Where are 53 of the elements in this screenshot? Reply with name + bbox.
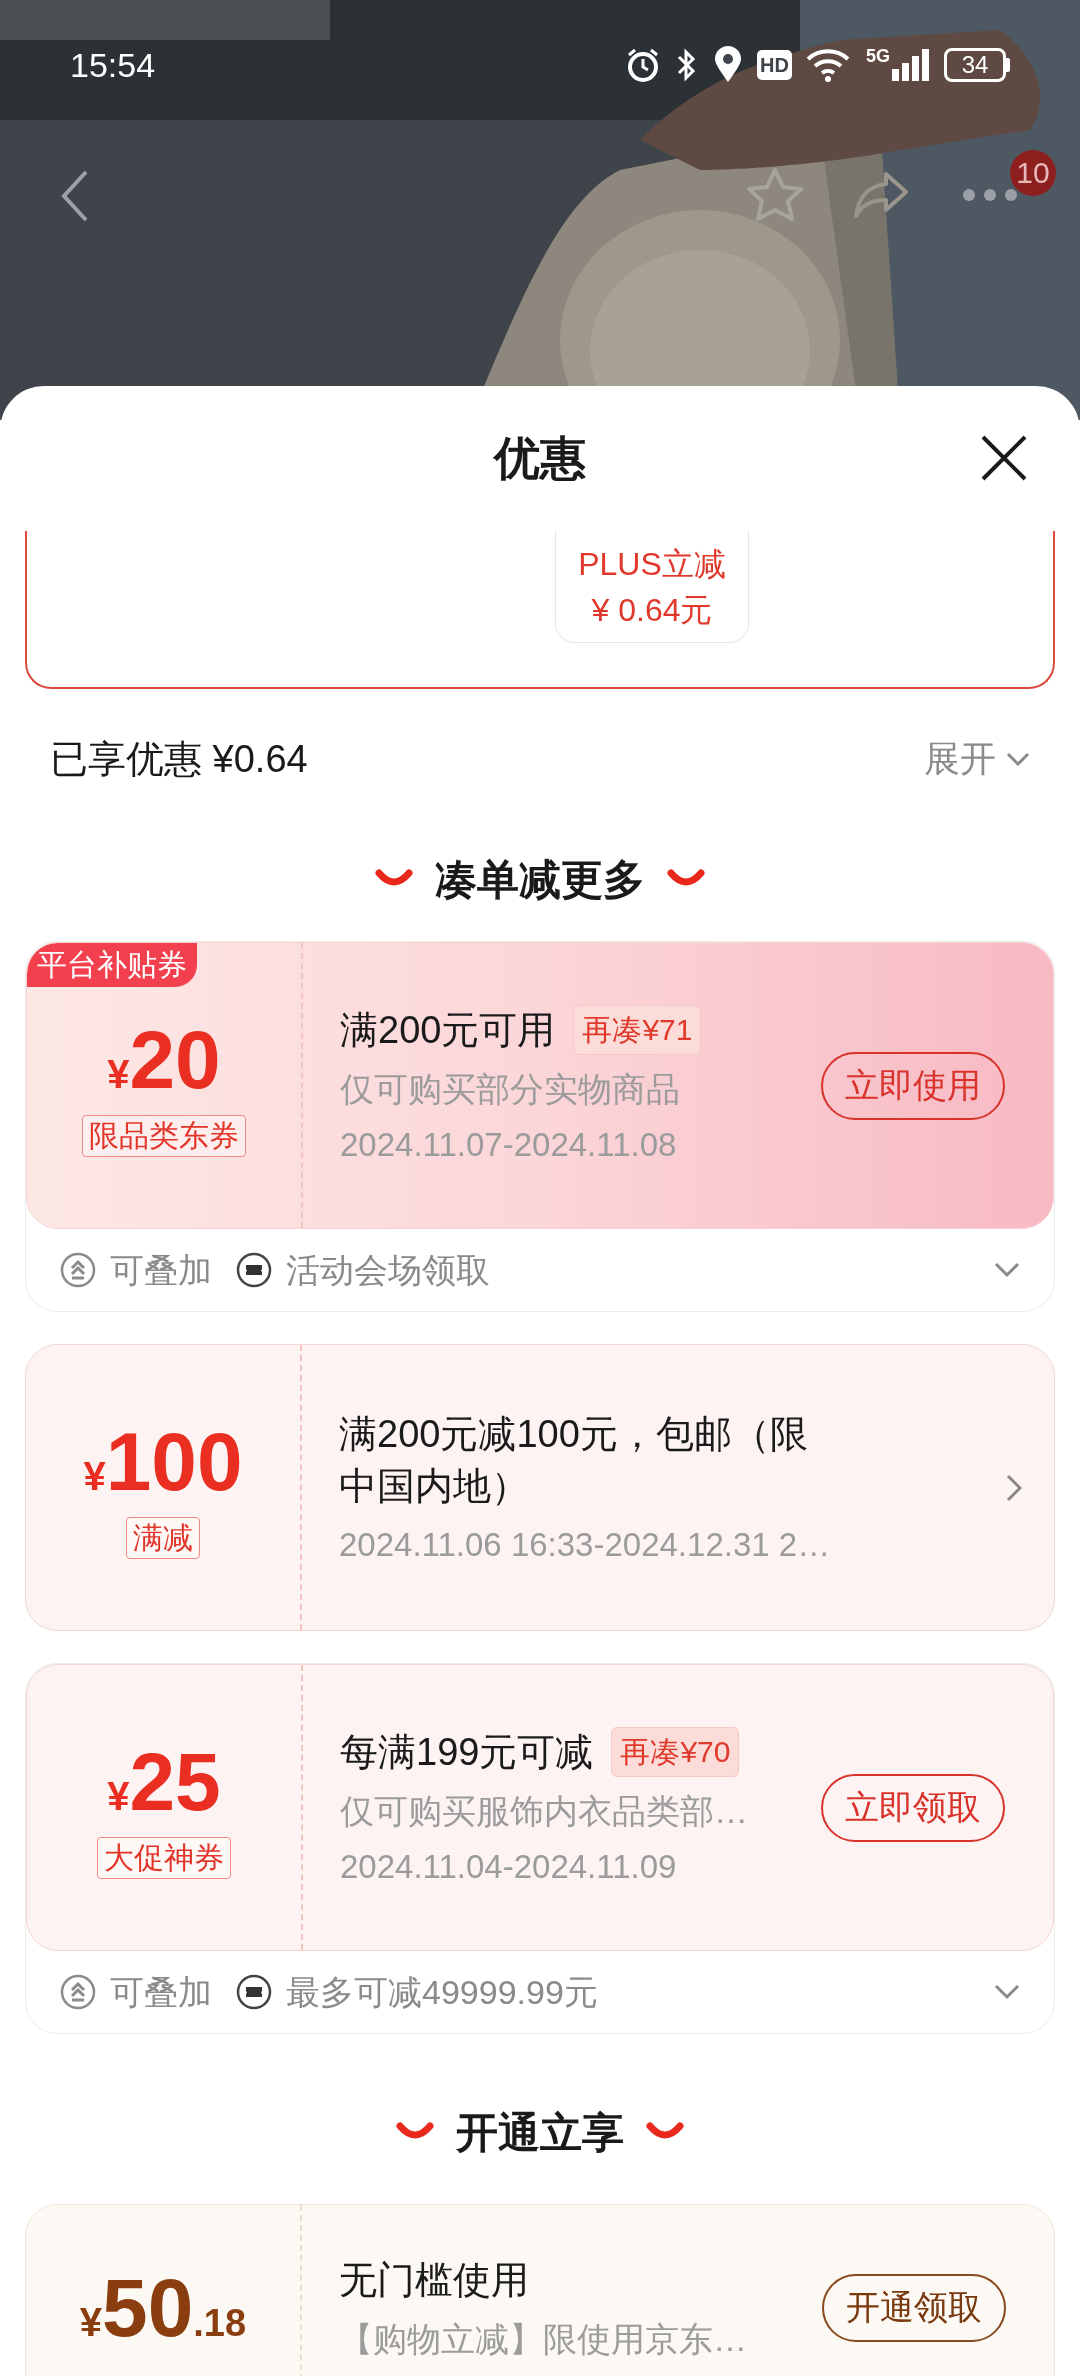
expand-toggle[interactable]: 展开	[924, 732, 1030, 786]
coupon-note: 可叠加	[110, 1971, 212, 2013]
coupon-action-button[interactable]: 立即使用	[821, 1051, 1005, 1120]
wifi-icon	[806, 47, 852, 83]
coupon-dates: 2024.11.07-2024.11.08	[340, 1124, 678, 1165]
coupon-note: 可叠加	[110, 1249, 212, 1291]
coupon-dates: 2024.11.06 16:33-2024.12.31 2…	[339, 1524, 832, 1565]
top-up-badge: 再凑¥70	[611, 1726, 740, 1777]
more-button[interactable]	[962, 188, 1018, 202]
ticket-icon	[236, 1252, 272, 1288]
section-heading: 开通立享	[456, 2107, 624, 2158]
chip-text: ¥ 0.64元	[591, 590, 713, 630]
hd-badge: HD	[757, 50, 792, 80]
coupon-title: 满200元可用	[340, 1007, 556, 1053]
coupon-dates: 2024.11.04-2024.11.09	[340, 1846, 678, 1887]
coupon-title: 每满199元可减	[340, 1729, 594, 1775]
star-button[interactable]	[745, 166, 805, 224]
coupon-tag: 满减	[126, 1516, 200, 1559]
coupon-title: 满200元减100元，包邮（限中国内地）	[339, 1411, 809, 1509]
battery-indicator: 34	[944, 48, 1006, 82]
section-heading: 凑单减更多	[435, 854, 645, 905]
sheet-title: 优惠	[494, 431, 586, 486]
coupon-tag: 大促神券	[97, 1836, 231, 1879]
coupon-action-button[interactable]: 立即领取	[821, 1773, 1005, 1842]
stack-icon	[60, 1974, 96, 2010]
share-button[interactable]	[852, 170, 910, 220]
coupon-amount: ¥20	[107, 1014, 221, 1105]
ticket-icon	[236, 1974, 272, 2010]
status-time: 15:54	[70, 44, 156, 86]
coupon-amount: ¥50.18	[79, 2262, 247, 2353]
chevron-down-icon	[1006, 752, 1030, 766]
coupon-note: 最多可减49999.99元	[286, 1971, 598, 2013]
coupon-tag: 限品类东券	[82, 1114, 246, 1157]
chevron-down-icon[interactable]	[994, 1984, 1020, 2000]
close-button[interactable]	[980, 434, 1028, 482]
corner-badge: 平台补贴券	[27, 943, 197, 987]
coupon-title: 无门槛使用	[339, 2257, 529, 2303]
top-up-badge: 再凑¥71	[573, 1004, 702, 1055]
coupon-subtitle: 仅可购买服饰内衣品类部…	[340, 1790, 749, 1832]
location-icon	[713, 46, 744, 84]
discount-summary: 已享优惠 ¥0.64	[50, 736, 308, 782]
chip-text: PLUS立减	[578, 544, 726, 584]
coupon-amount: ¥100	[83, 1416, 243, 1507]
chevron-down-icon[interactable]	[994, 1262, 1020, 1278]
coupon-action-button[interactable]: 开通领取	[822, 2273, 1006, 2342]
signal-icon	[890, 47, 930, 83]
coupon-subtitle: 仅可购买部分实物商品	[340, 1068, 681, 1110]
stack-icon	[60, 1252, 96, 1288]
network-label: 5G	[866, 47, 890, 65]
coupon-amount: ¥25	[107, 1736, 221, 1827]
coupon-subtitle: 【购物立减】限使用京东…	[339, 2318, 748, 2360]
chevron-right-icon[interactable]	[1006, 1473, 1022, 1502]
coupon-note: 活动会场领取	[286, 1249, 490, 1291]
